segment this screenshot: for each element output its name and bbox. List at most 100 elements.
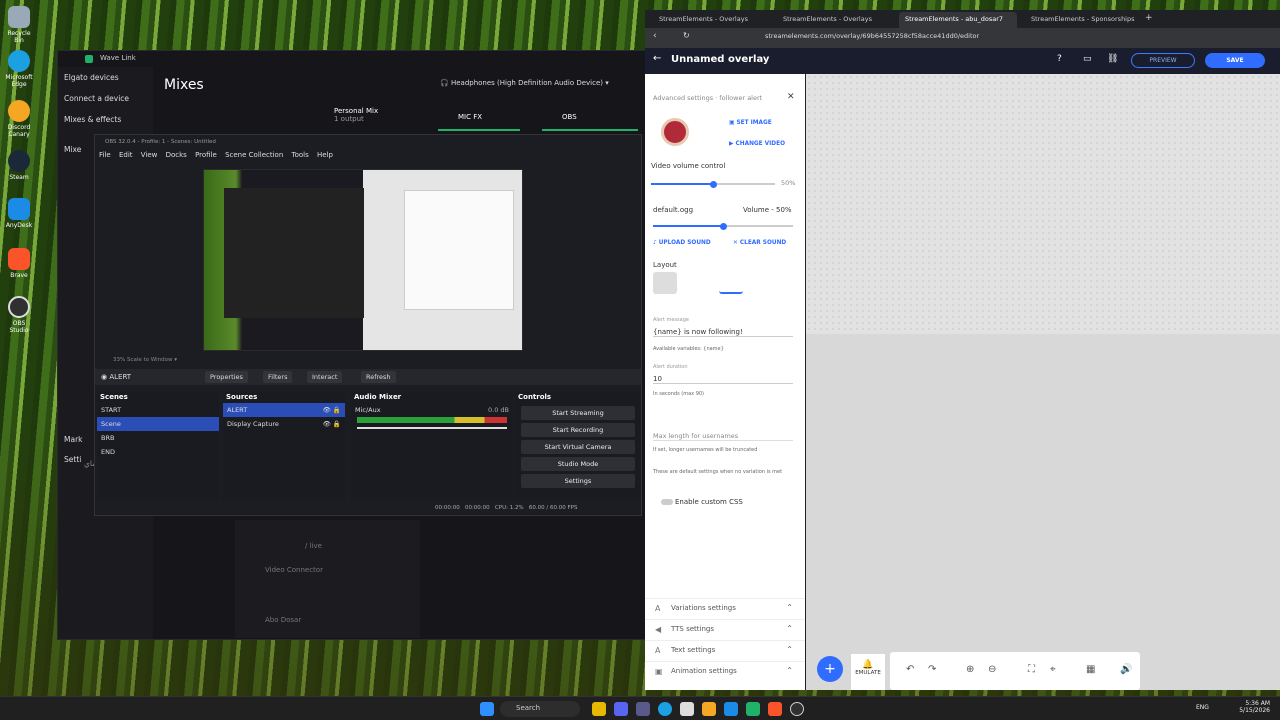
- sidebar-item-connect-device[interactable]: Connect a device: [58, 88, 153, 109]
- address-bar[interactable]: ‹ ↻ streamelements.com/overlay/69b645572…: [645, 28, 1280, 48]
- add-widget-button[interactable]: +: [817, 656, 843, 682]
- sound-icon[interactable]: 🔊: [1120, 664, 1132, 675]
- browser-tab[interactable]: StreamElements - Sponsorships: [1025, 12, 1141, 28]
- clear-sound-button[interactable]: ✕ CLEAR SOUND: [733, 240, 786, 246]
- layout-option-stacked-icon[interactable]: [719, 272, 743, 294]
- clock[interactable]: 5:36 AM 5/15/2026: [1239, 700, 1270, 714]
- alert-duration-input[interactable]: 10: [653, 375, 793, 384]
- browser-tab[interactable]: StreamElements - Overlays: [777, 12, 878, 28]
- layout-option-side-icon[interactable]: [685, 272, 709, 294]
- sidebar-item-mixes-effects[interactable]: Mixes & effects: [58, 109, 153, 130]
- obs-taskbar-icon[interactable]: [790, 702, 804, 716]
- start-virtual-camera-button[interactable]: Start Virtual Camera: [521, 440, 635, 454]
- desktop-icon-recycle-bin[interactable]: Recycle Bin: [3, 6, 35, 44]
- source-item[interactable]: Display Capture 👁 🔒: [223, 417, 345, 431]
- save-button[interactable]: SAVE: [1205, 53, 1265, 68]
- wavelink-taskbar-icon[interactable]: [746, 702, 760, 716]
- help-icon[interactable]: ?: [1057, 54, 1062, 64]
- screen-icon[interactable]: ▭: [1083, 54, 1092, 64]
- menu-docks[interactable]: Docks: [166, 151, 187, 159]
- brave-taskbar-icon[interactable]: [768, 702, 782, 716]
- preview-button[interactable]: PREVIEW: [1131, 53, 1195, 68]
- overlay-title[interactable]: Unnamed overlay: [671, 54, 769, 65]
- mix-obs[interactable]: OBS: [542, 107, 638, 131]
- text-settings-accordion[interactable]: A Text settings ⌃: [645, 640, 805, 660]
- properties-button[interactable]: Properties: [205, 371, 248, 383]
- alert-message-input[interactable]: {name} is now following!: [653, 328, 793, 337]
- desktop-icon-obs[interactable]: OBS Studio: [3, 296, 35, 334]
- menu-view[interactable]: View: [141, 151, 158, 159]
- alert-image-thumbnail[interactable]: [661, 118, 689, 146]
- volume-slider[interactable]: [357, 427, 507, 429]
- reload-icon[interactable]: ↻: [683, 31, 690, 40]
- menu-edit[interactable]: Edit: [119, 151, 133, 159]
- taskbar-search[interactable]: Search: [500, 701, 580, 717]
- browser-tab[interactable]: StreamElements - Overlays: [653, 12, 754, 28]
- center-icon[interactable]: ⌖: [1050, 664, 1056, 675]
- change-video-button[interactable]: ▶ CHANGE VIDEO: [729, 141, 785, 147]
- start-recording-button[interactable]: Start Recording: [521, 423, 635, 437]
- obs-preview[interactable]: [203, 169, 523, 351]
- app-taskbar-icon[interactable]: [636, 702, 650, 716]
- settings-button[interactable]: Settings: [521, 474, 635, 488]
- desktop-icon-brave[interactable]: Brave: [3, 248, 35, 279]
- redo-icon[interactable]: ↷: [928, 664, 936, 675]
- sound-volume-slider[interactable]: [653, 222, 793, 230]
- canary-taskbar-icon[interactable]: [702, 702, 716, 716]
- visibility-lock-icons[interactable]: 👁 🔒: [323, 406, 341, 414]
- scene-item[interactable]: BRB: [97, 431, 219, 445]
- tts-settings-accordion[interactable]: ◀ TTS settings ⌃: [645, 619, 805, 639]
- custom-css-toggle[interactable]: [661, 499, 673, 505]
- browser-tab-active[interactable]: StreamElements - abu_dosar7: [899, 12, 1017, 28]
- menu-file[interactable]: File: [99, 151, 111, 159]
- refresh-button[interactable]: Refresh: [361, 371, 396, 383]
- zoom-in-icon[interactable]: ⊕: [966, 664, 974, 675]
- max-length-input[interactable]: Max length for usernames: [653, 432, 793, 441]
- menu-help[interactable]: Help: [317, 151, 333, 159]
- filters-button[interactable]: Filters: [263, 371, 293, 383]
- emulate-button[interactable]: 🔔 EMULATE: [851, 654, 885, 690]
- back-arrow-icon[interactable]: ←: [653, 53, 661, 64]
- start-streaming-button[interactable]: Start Streaming: [521, 406, 635, 420]
- back-icon[interactable]: ‹: [653, 31, 657, 41]
- language-indicator[interactable]: ENG: [1196, 704, 1209, 711]
- new-tab-icon[interactable]: +: [1145, 13, 1153, 23]
- file-explorer-icon[interactable]: [592, 702, 606, 716]
- interact-button[interactable]: Interact: [307, 371, 343, 383]
- sidebar-item-marketplace[interactable]: Mark: [58, 429, 89, 450]
- animation-settings-accordion[interactable]: ▣ Animation settings ⌃: [645, 661, 805, 681]
- link-icon[interactable]: ⛓: [1107, 54, 1118, 64]
- overlay-canvas[interactable]: [806, 74, 1280, 690]
- studio-mode-button[interactable]: Studio Mode: [521, 457, 635, 471]
- mix-personal[interactable]: Personal Mix 1 output: [334, 107, 378, 131]
- desktop-icon-anydesk[interactable]: AnyDesk: [3, 198, 35, 229]
- scene-item-selected[interactable]: Scene: [97, 417, 219, 431]
- mix-mic-fx[interactable]: MIC FX: [438, 107, 520, 131]
- url-text[interactable]: streamelements.com/overlay/69b64557258cf…: [765, 32, 979, 40]
- desktop-icon-edge[interactable]: Microsoft Edge: [3, 50, 35, 88]
- start-menu-icon[interactable]: [480, 702, 494, 716]
- layout-option-top-icon[interactable]: [653, 272, 677, 294]
- set-image-button[interactable]: ▣ SET IMAGE: [729, 120, 772, 126]
- sidebar-item-elgato-devices[interactable]: Elgato devices: [58, 67, 153, 88]
- visibility-lock-icons[interactable]: 👁 🔒: [323, 420, 341, 428]
- sidebar-item-mixes[interactable]: Mixe: [58, 139, 87, 160]
- fit-screen-icon[interactable]: ⛶: [1028, 664, 1035, 675]
- variations-settings-accordion[interactable]: A Variations settings ⌃: [645, 598, 805, 618]
- source-item-selected[interactable]: ALERT 👁 🔒: [223, 403, 345, 417]
- store-taskbar-icon[interactable]: [680, 702, 694, 716]
- discord-taskbar-icon[interactable]: [614, 702, 628, 716]
- anydesk-taskbar-icon[interactable]: [724, 702, 738, 716]
- grid-icon[interactable]: ▦: [1086, 664, 1095, 675]
- output-device-select[interactable]: 🎧 Headphones (High Definition Audio Devi…: [440, 79, 609, 87]
- desktop-icon-steam[interactable]: Steam: [3, 150, 35, 181]
- menu-scene-collection[interactable]: Scene Collection: [225, 151, 283, 159]
- close-icon[interactable]: ✕: [787, 92, 795, 102]
- scene-item[interactable]: START: [97, 403, 219, 417]
- zoom-out-icon[interactable]: ⊖: [988, 664, 996, 675]
- upload-sound-button[interactable]: ♪ UPLOAD SOUND: [653, 240, 711, 246]
- menu-tools[interactable]: Tools: [292, 151, 309, 159]
- menu-profile[interactable]: Profile: [195, 151, 217, 159]
- obs-zoom-readout[interactable]: 33% Scale to Window ▾: [113, 357, 177, 363]
- scene-item[interactable]: END: [97, 445, 219, 459]
